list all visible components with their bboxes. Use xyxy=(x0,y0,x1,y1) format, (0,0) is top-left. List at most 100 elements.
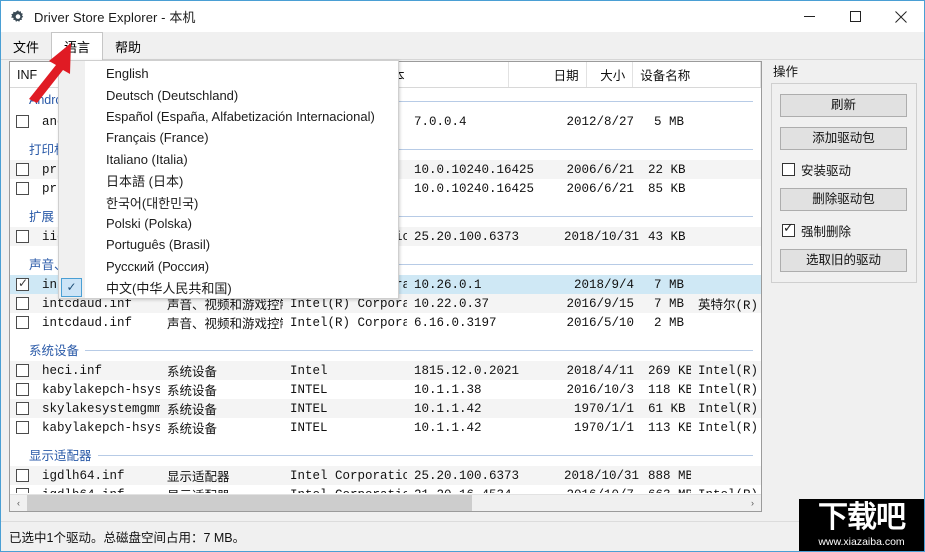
menu-bar: 文件 语言 帮助 xyxy=(1,32,924,60)
language-menu-item-label: 中文(中华人民共和国) xyxy=(106,281,232,297)
actions-group-box: 刷新 添加驱动包 安装驱动 删除驱动包 强制删除 选取旧的驱动 xyxy=(771,83,917,283)
row-checkbox[interactable] xyxy=(16,402,29,415)
scroll-right-icon[interactable]: › xyxy=(744,494,761,511)
force-delete-label: 强制删除 xyxy=(801,225,852,239)
actions-title: 操作 xyxy=(773,65,799,79)
watermark-url: www.xiazaiba.com xyxy=(818,536,905,548)
column-header-4[interactable]: 日期 xyxy=(509,62,587,87)
table-row[interactable]: intcdaud.inf 声音、视频和游戏控制器 Intel(R) Corporat… xyxy=(10,313,761,332)
menu-item-2[interactable]: 帮助 xyxy=(103,32,153,60)
table-row[interactable]: igdlh64.inf 显示适配器 Intel Corporation 25.20.1… xyxy=(10,466,761,485)
column-header-label: 大小 xyxy=(600,69,626,83)
cell-version: 10.22.0.37 xyxy=(414,296,490,311)
delete-driver-package-button[interactable]: 删除驱动包 xyxy=(780,188,907,211)
cell-size: 5 MB xyxy=(653,114,684,129)
column-header-label: 日期 xyxy=(553,69,579,83)
watermark-logo: 下载吧 www.xiazaiba.com xyxy=(799,499,924,551)
minimize-button[interactable] xyxy=(786,1,832,32)
table-row[interactable]: heci.inf 系统设备 Intel 1815.12.0.2021 2018/4/11… xyxy=(10,361,761,380)
select-old-drivers-button[interactable]: 选取旧的驱动 xyxy=(780,249,907,272)
language-menu-item-label: English xyxy=(106,66,149,82)
app-gear-icon xyxy=(10,9,26,25)
row-checkbox[interactable] xyxy=(16,230,29,243)
cell-device: 英特尔(R) 显示 xyxy=(698,299,761,313)
column-header-label: INF xyxy=(17,67,38,82)
language-menu-item-7[interactable]: ✓Polski (Polska) xyxy=(85,213,398,234)
language-menu-item-0[interactable]: ✓English xyxy=(85,63,398,84)
language-menu-item-label: Русский (Россия) xyxy=(106,258,210,274)
row-checkbox[interactable] xyxy=(16,316,29,329)
language-menu-item-label: 한국어(대한민국) xyxy=(106,195,199,211)
menu-item-0[interactable]: 文件 xyxy=(1,32,51,60)
cell-inf: kabylakepch-hsystem.inf xyxy=(42,420,160,435)
cell-inf: skylakesystemgmm.inf xyxy=(42,401,160,416)
scrollbar-track[interactable] xyxy=(27,494,744,511)
cell-device: Intel(R) Mana xyxy=(698,363,761,378)
cell-inf: heci.inf xyxy=(42,363,103,378)
language-menu-item-8[interactable]: ✓Português (Brasil) xyxy=(85,234,398,255)
language-menu-item-4[interactable]: ✓Italiano (Italia) xyxy=(85,149,398,170)
language-menu-item-label: 日本語 (日本) xyxy=(106,174,184,190)
row-checkbox[interactable] xyxy=(16,383,29,396)
checkbox-box xyxy=(782,221,795,237)
row-checkbox[interactable] xyxy=(16,115,29,128)
cell-provider: INTEL xyxy=(290,401,328,416)
row-checkbox[interactable] xyxy=(16,488,29,493)
row-checkbox[interactable] xyxy=(16,163,29,176)
dropdown-panel: ✓English✓Deutsch (Deutschland)✓Español (… xyxy=(61,61,398,298)
cell-class: 系统设备 xyxy=(167,384,218,398)
language-menu-item-9[interactable]: ✓Русский (Россия) xyxy=(85,256,398,277)
table-row[interactable]: igdlh64.inf显示适配器Intel Corporation21.20.1… xyxy=(10,485,761,493)
row-checkbox[interactable] xyxy=(16,421,29,434)
cell-version: 10.0.10240.16425 xyxy=(414,181,535,196)
scrollbar-thumb[interactable] xyxy=(27,494,472,511)
cell-size: 113 KB xyxy=(648,420,691,435)
table-row[interactable]: kabylakepch-hsystem.inf 系统设备 INTEL 10.1.1.3… xyxy=(10,380,761,399)
maximize-button[interactable] xyxy=(832,1,878,32)
close-button[interactable] xyxy=(878,1,924,32)
group-header-label: 系统设备 xyxy=(10,339,86,359)
cell-date: 2006/6/21 xyxy=(566,181,634,196)
cell-class: 系统设备 xyxy=(167,403,218,417)
horizontal-scrollbar[interactable]: ‹ › xyxy=(10,494,761,511)
group-divider xyxy=(10,455,753,456)
cell-date: 2016/10/7 xyxy=(557,488,641,494)
cell-provider: Intel xyxy=(290,363,328,378)
cell-version: 10.1.1.38 xyxy=(414,382,482,397)
checkbox-box xyxy=(782,163,795,176)
install-driver-checkbox[interactable]: 安装驱动 xyxy=(782,160,908,179)
language-menu-item-2[interactable]: ✓Español (España, Alfabetización Interna… xyxy=(85,106,398,127)
cell-version: 10.26.0.1 xyxy=(414,277,482,292)
menu-item-1[interactable]: 语言 xyxy=(51,32,104,60)
language-menu-item-label: Español (España, Alfabetización Internac… xyxy=(106,108,375,124)
language-menu-item-3[interactable]: ✓Français (France) xyxy=(85,127,398,148)
group-header-5[interactable]: 显示适配器 xyxy=(10,442,761,466)
language-menu-item-1[interactable]: ✓Deutsch (Deutschland) xyxy=(85,84,398,105)
refresh-button[interactable]: 刷新 xyxy=(780,94,907,117)
row-checkbox[interactable] xyxy=(16,297,29,310)
column-header-6[interactable]: 设备名称 xyxy=(633,62,761,87)
cell-class: 显示适配器 xyxy=(167,470,230,484)
row-checkbox[interactable] xyxy=(16,364,29,377)
force-delete-checkbox[interactable]: 强制删除 xyxy=(782,221,908,240)
group-header-4[interactable]: 系统设备 xyxy=(10,337,761,361)
column-header-5[interactable]: 大小 xyxy=(587,62,634,87)
row-checkbox[interactable] xyxy=(16,469,29,482)
table-row[interactable]: skylakesystemgmm.inf 系统设备 INTEL 10.1.1.42 19… xyxy=(10,399,761,418)
language-menu-item-10[interactable]: ✓ 中文(中华人民共和国) xyxy=(61,277,398,298)
cell-version: 10.0.10240.16425 xyxy=(414,162,535,177)
cell-version: 6.16.0.3197 xyxy=(414,315,497,330)
table-row[interactable]: kabylakepch-hsystem.inf 系统设备 INTEL 10.1.1.4… xyxy=(10,418,761,437)
cell-provider: Intel Corporation xyxy=(283,488,407,494)
language-menu-item-6[interactable]: ✓한국어(대한민국) xyxy=(85,191,398,212)
row-checkbox[interactable] xyxy=(16,182,29,195)
cell-date: 2018/4/11 xyxy=(566,363,634,378)
cell-class: 系统设备 xyxy=(167,422,218,436)
language-menu-item-5[interactable]: ✓日本語 (日本) xyxy=(85,170,398,191)
cell-class: 声音、视频和游戏控制器 xyxy=(167,317,283,331)
scroll-left-icon[interactable]: ‹ xyxy=(10,494,27,511)
row-checkbox[interactable] xyxy=(16,276,29,291)
add-driver-package-button[interactable]: 添加驱动包 xyxy=(780,127,907,150)
language-dropdown-menu[interactable]: ✓English✓Deutsch (Deutschland)✓Español (… xyxy=(58,60,399,299)
cell-inf: igdlh64.inf xyxy=(42,468,125,483)
